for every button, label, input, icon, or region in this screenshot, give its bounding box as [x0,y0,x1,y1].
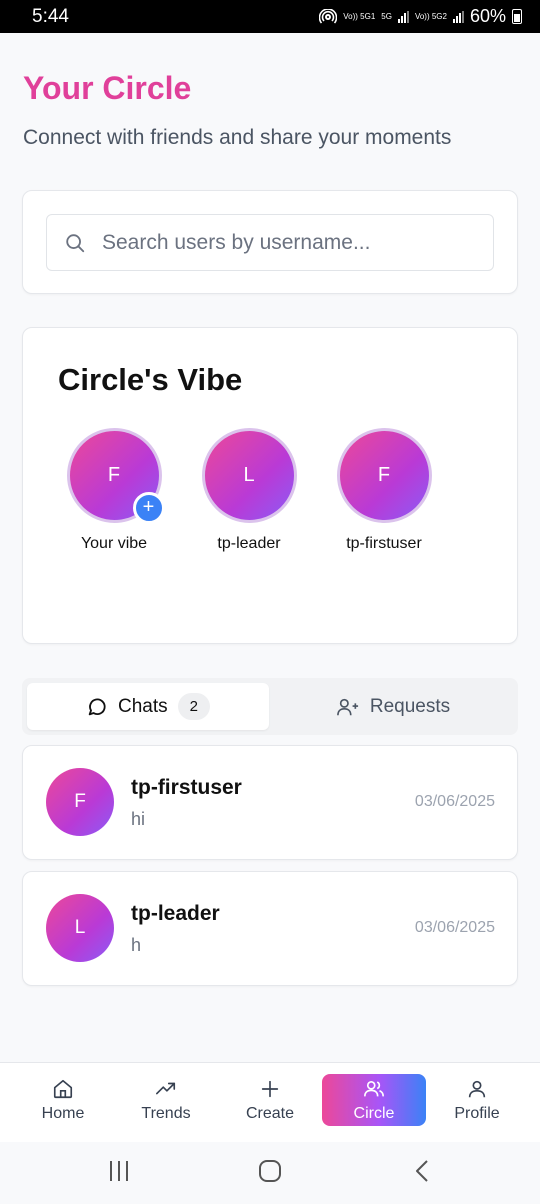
status-time: 5:44 [32,5,69,27]
add-vibe-button[interactable]: + [132,492,165,524]
vibe-title: Circle's Vibe [58,362,243,397]
network-5g-label: 5G [381,11,392,21]
avatar[interactable]: F + [66,428,165,524]
tab-requests-label: Requests [369,695,451,717]
trending-up-icon [156,1082,176,1094]
avatar-initial: L [74,917,86,938]
search-input[interactable] [102,230,472,255]
signal-icon-2 [452,10,464,23]
tab-chats[interactable]: Chats 2 [27,683,269,730]
avatar[interactable]: L [201,428,297,523]
avatar-initial: L [243,464,255,486]
signal-icon [397,10,409,23]
vibe-label: tp-firstuser [346,535,422,552]
avatar-initial: F [377,464,391,486]
avatar: F [46,768,114,836]
chat-last-message: hi [131,809,146,829]
network-label-1: Vo)) 5G1 [343,11,376,21]
system-nav-bar [0,1142,540,1204]
chat-item-tp-firstuser[interactable]: F tp-firstuser hi 03/06/2025 [22,745,518,860]
user-plus-icon [336,698,358,715]
nav-create[interactable]: Create [218,1074,322,1126]
user-icon [468,1080,486,1097]
tab-requests[interactable]: Requests [273,683,513,730]
search-card [22,190,518,294]
avatar[interactable]: F [336,428,432,523]
vibe-item-tp-firstuser[interactable]: F tp-firstuser [314,428,454,553]
status-icons: Vo)) 5G1 5G Vo)) 5G2 60% [319,6,522,27]
chat-item-tp-leader[interactable]: L tp-leader h 03/06/2025 [22,871,518,986]
chat-date: 03/06/2025 [414,793,495,810]
vibe-card: Circle's Vibe F + Your vibe L tp-leader … [22,327,518,644]
back-icon[interactable] [411,1159,435,1183]
message-circle-icon [88,698,106,715]
bottom-nav: Home Trends Create Circle Profile [0,1062,540,1142]
page-title: Your Circle [23,70,192,106]
chats-count-badge: 2 [177,693,210,720]
users-icon [364,1080,384,1096]
chat-name: tp-leader [131,902,220,925]
nav-profile[interactable]: Profile [425,1074,529,1126]
network-label-2: Vo)) 5G2 [414,11,447,21]
recent-apps-icon[interactable] [107,1159,131,1183]
battery-percent: 60% [469,6,506,26]
vibe-item-your-vibe[interactable]: F + Your vibe [44,428,184,553]
nav-circle-label: Circle [353,1104,395,1122]
vibe-label: tp-leader [217,535,281,552]
chat-name: tp-firstuser [131,776,242,799]
avatar-initial: F [107,464,121,486]
plus-icon [261,1080,279,1097]
nav-home-label: Home [41,1104,85,1122]
page-subtitle: Connect with friends and share your mome… [23,126,452,149]
nav-circle[interactable]: Circle [322,1074,426,1126]
chat-tabs: Chats 2 Requests [22,678,518,735]
hotspot-icon [319,8,338,24]
home-icon [53,1079,73,1098]
battery-icon [512,9,522,24]
nav-home[interactable]: Home [11,1074,115,1126]
nav-trends-label: Trends [141,1104,191,1122]
nav-profile-label: Profile [454,1104,500,1122]
nav-create-label: Create [245,1104,295,1122]
avatar-initial: F [74,791,86,812]
status-bar: 5:44 Vo)) 5G1 5G Vo)) 5G2 60% [0,0,540,33]
chat-date: 03/06/2025 [414,919,495,936]
search-box[interactable] [46,214,494,271]
vibe-label: Your vibe [80,535,148,552]
tab-chats-label: Chats [118,695,168,717]
home-button-icon[interactable] [258,1159,282,1183]
vibe-item-tp-leader[interactable]: L tp-leader [179,428,319,553]
nav-trends[interactable]: Trends [114,1074,218,1126]
avatar: L [46,894,114,962]
search-icon [66,233,85,252]
chat-last-message: h [131,935,142,955]
